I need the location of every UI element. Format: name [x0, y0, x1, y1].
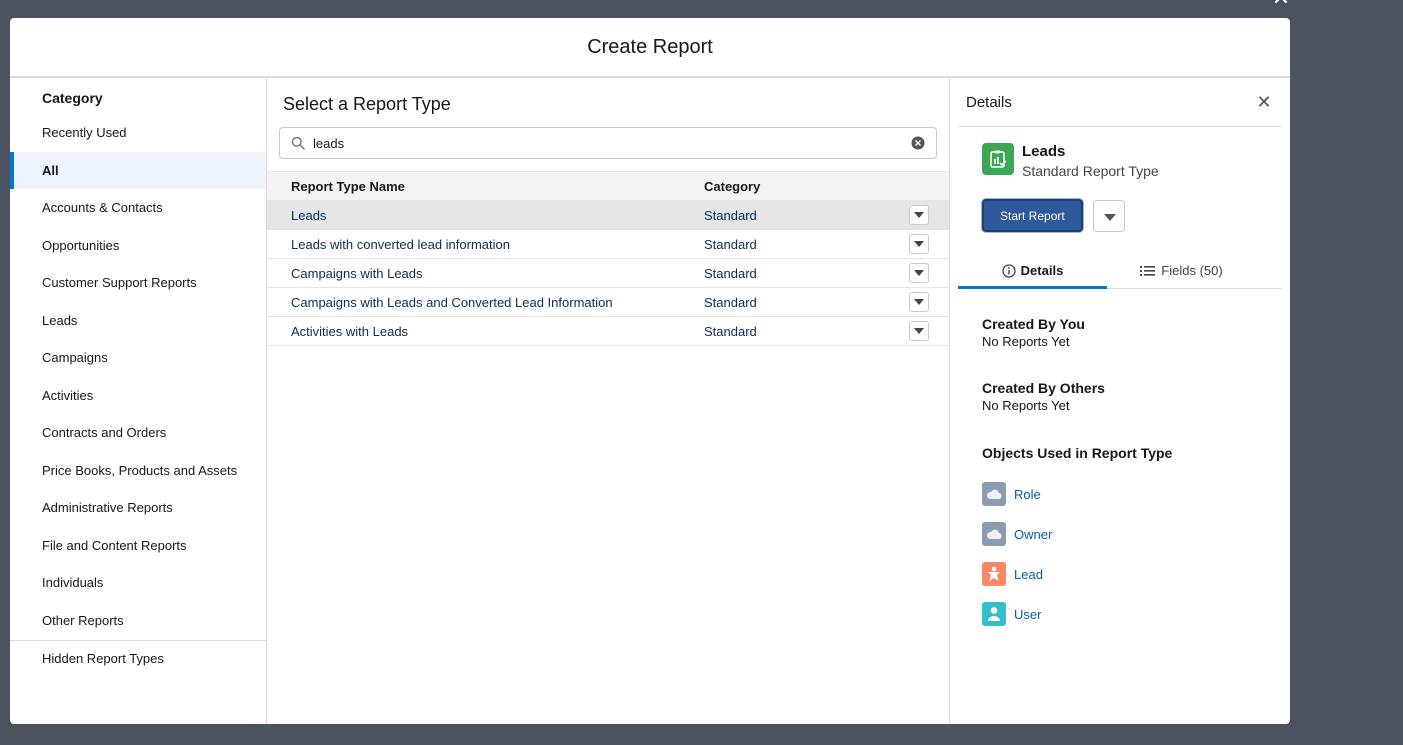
- report-type-category: Standard: [704, 207, 757, 223]
- created-by-others-section: Created By Others No Reports Yet: [958, 351, 1282, 415]
- tab-fields[interactable]: Fields (50): [1107, 253, 1256, 288]
- modal-title: Create Report: [587, 35, 713, 58]
- sidebar-item-campaigns[interactable]: Campaigns: [10, 339, 266, 377]
- created-by-others-title: Created By Others: [982, 380, 1105, 396]
- details-header: Details ✕: [958, 78, 1282, 127]
- cloud-icon: [982, 482, 1006, 506]
- objects-list: Role Owner Lead User: [958, 462, 1282, 634]
- sidebar-item-accounts-contacts[interactable]: Accounts & Contacts: [10, 189, 266, 227]
- row-actions-chevron-icon[interactable]: [909, 292, 929, 312]
- report-type-subtitle: Standard Report Type: [1022, 163, 1159, 179]
- created-by-others-value: No Reports Yet: [982, 398, 1070, 413]
- sidebar-item-leads[interactable]: Leads: [10, 302, 266, 340]
- search-box: [279, 127, 937, 159]
- details-panel: Details ✕ Leads Standard Report Type Sta…: [950, 78, 1290, 724]
- report-type-category: Standard: [704, 323, 757, 339]
- report-type-name-link[interactable]: Leads with converted lead information: [291, 237, 510, 252]
- more-actions-button[interactable]: [1092, 199, 1125, 232]
- report-type-name-link[interactable]: Activities with Leads: [291, 324, 408, 339]
- sidebar-item-opportunities[interactable]: Opportunities: [10, 227, 266, 265]
- report-type-name: Leads: [1022, 143, 1066, 160]
- table-row[interactable]: Campaigns with Leads Standard: [267, 258, 949, 288]
- modal-body: Category Recently Used All Accounts & Cont…: [10, 78, 1290, 724]
- create-report-modal: Create Report Category Recently Used All A…: [10, 18, 1290, 724]
- object-link[interactable]: Role: [1014, 487, 1041, 502]
- report-type-name-link[interactable]: Campaigns with Leads: [291, 266, 423, 281]
- objects-title: Objects Used in Report Type: [982, 445, 1173, 461]
- close-details-icon[interactable]: ✕: [1254, 92, 1274, 113]
- table-row[interactable]: Activities with Leads Standard: [267, 316, 949, 346]
- details-actions: Start Report: [958, 181, 1282, 232]
- info-icon: [1002, 263, 1016, 278]
- modal-header: Create Report: [10, 18, 1290, 78]
- search-icon: [291, 136, 305, 150]
- table-row[interactable]: Leads with converted lead information Sta…: [267, 229, 949, 259]
- tab-details-label: Details: [1020, 263, 1064, 278]
- sidebar-item-contracts-and-orders[interactable]: Contracts and Orders: [10, 414, 266, 452]
- created-by-you-title: Created By You: [982, 316, 1085, 332]
- sidebar-item-customer-support-reports[interactable]: Customer Support Reports: [10, 264, 266, 302]
- column-header-name[interactable]: Report Type Name: [267, 171, 704, 201]
- table-row[interactable]: Leads Standard: [267, 200, 949, 230]
- table-row[interactable]: Campaigns with Leads and Converted Lead …: [267, 287, 949, 317]
- cloud-icon: [982, 522, 1006, 546]
- sidebar-item-activities[interactable]: Activities: [10, 377, 266, 415]
- object-link[interactable]: Owner: [1014, 527, 1052, 542]
- category-heading: Category: [42, 90, 103, 106]
- object-item-owner: Owner: [982, 514, 1258, 554]
- column-header-actions: [904, 171, 949, 201]
- lead-icon: [982, 562, 1006, 586]
- details-tabs: Details Fields (50): [958, 253, 1282, 289]
- sidebar-item-file-and-content-reports[interactable]: File and Content Reports: [10, 527, 266, 565]
- category-sidebar: Category Recently Used All Accounts & Cont…: [10, 78, 267, 724]
- sidebar-item-administrative-reports[interactable]: Administrative Reports: [10, 489, 266, 527]
- report-type-category: Standard: [704, 294, 757, 310]
- hidden-report-types-link[interactable]: Hidden Report Types: [10, 641, 266, 677]
- sidebar-item-recently-used[interactable]: Recently Used: [10, 114, 266, 152]
- sidebar-item-individuals[interactable]: Individuals: [10, 564, 266, 602]
- column-header-category[interactable]: Category: [704, 171, 904, 201]
- category-list: Recently Used All Accounts & Contacts Oppor…: [10, 114, 266, 639]
- sidebar-item-price-books-products-and-assets[interactable]: Price Books, Products and Assets: [10, 452, 266, 490]
- sidebar-item-all[interactable]: All: [10, 151, 266, 189]
- search-input[interactable]: [313, 130, 911, 156]
- created-by-you-value: No Reports Yet: [982, 334, 1070, 349]
- objects-section: Objects Used in Report Type: [958, 415, 1282, 462]
- object-item-user: User: [982, 594, 1258, 634]
- row-actions-chevron-icon[interactable]: [909, 321, 929, 341]
- details-title: Details: [966, 93, 1012, 111]
- table-header-row: Report Type Name Category: [267, 171, 949, 201]
- report-type-icon: [982, 143, 1014, 175]
- report-type-panel: Select a Report Type Report Type Name: [267, 78, 950, 724]
- report-type-summary: Leads Standard Report Type: [958, 127, 1282, 181]
- report-type-category: Standard: [704, 236, 757, 252]
- object-item-lead: Lead: [982, 554, 1258, 594]
- created-by-you-section: Created By You No Reports Yet: [958, 289, 1282, 351]
- tab-details[interactable]: Details: [958, 253, 1107, 289]
- row-actions-chevron-icon[interactable]: [909, 234, 929, 254]
- list-icon: [1140, 265, 1156, 276]
- row-actions-chevron-icon[interactable]: [909, 263, 929, 283]
- report-type-name-link[interactable]: Leads: [291, 208, 326, 223]
- sidebar-item-other-reports[interactable]: Other Reports: [10, 602, 266, 640]
- panel-title: Select a Report Type: [283, 94, 451, 114]
- report-type-category: Standard: [704, 265, 757, 281]
- object-link[interactable]: Lead: [1014, 567, 1043, 582]
- report-type-name-link[interactable]: Campaigns with Leads and Converted Lead …: [291, 295, 613, 310]
- row-actions-chevron-icon[interactable]: [909, 205, 929, 225]
- tab-fields-label: Fields (50): [1161, 263, 1223, 278]
- object-link[interactable]: User: [1014, 607, 1041, 622]
- object-item-role: Role: [982, 474, 1258, 514]
- clear-search-icon[interactable]: [911, 136, 925, 150]
- report-type-table: Report Type Name Category Leads Standard L…: [267, 171, 949, 346]
- start-report-button[interactable]: Start Report: [982, 199, 1083, 232]
- user-icon: [982, 602, 1006, 626]
- overlay-close-icon[interactable]: ✕: [1270, 0, 1292, 9]
